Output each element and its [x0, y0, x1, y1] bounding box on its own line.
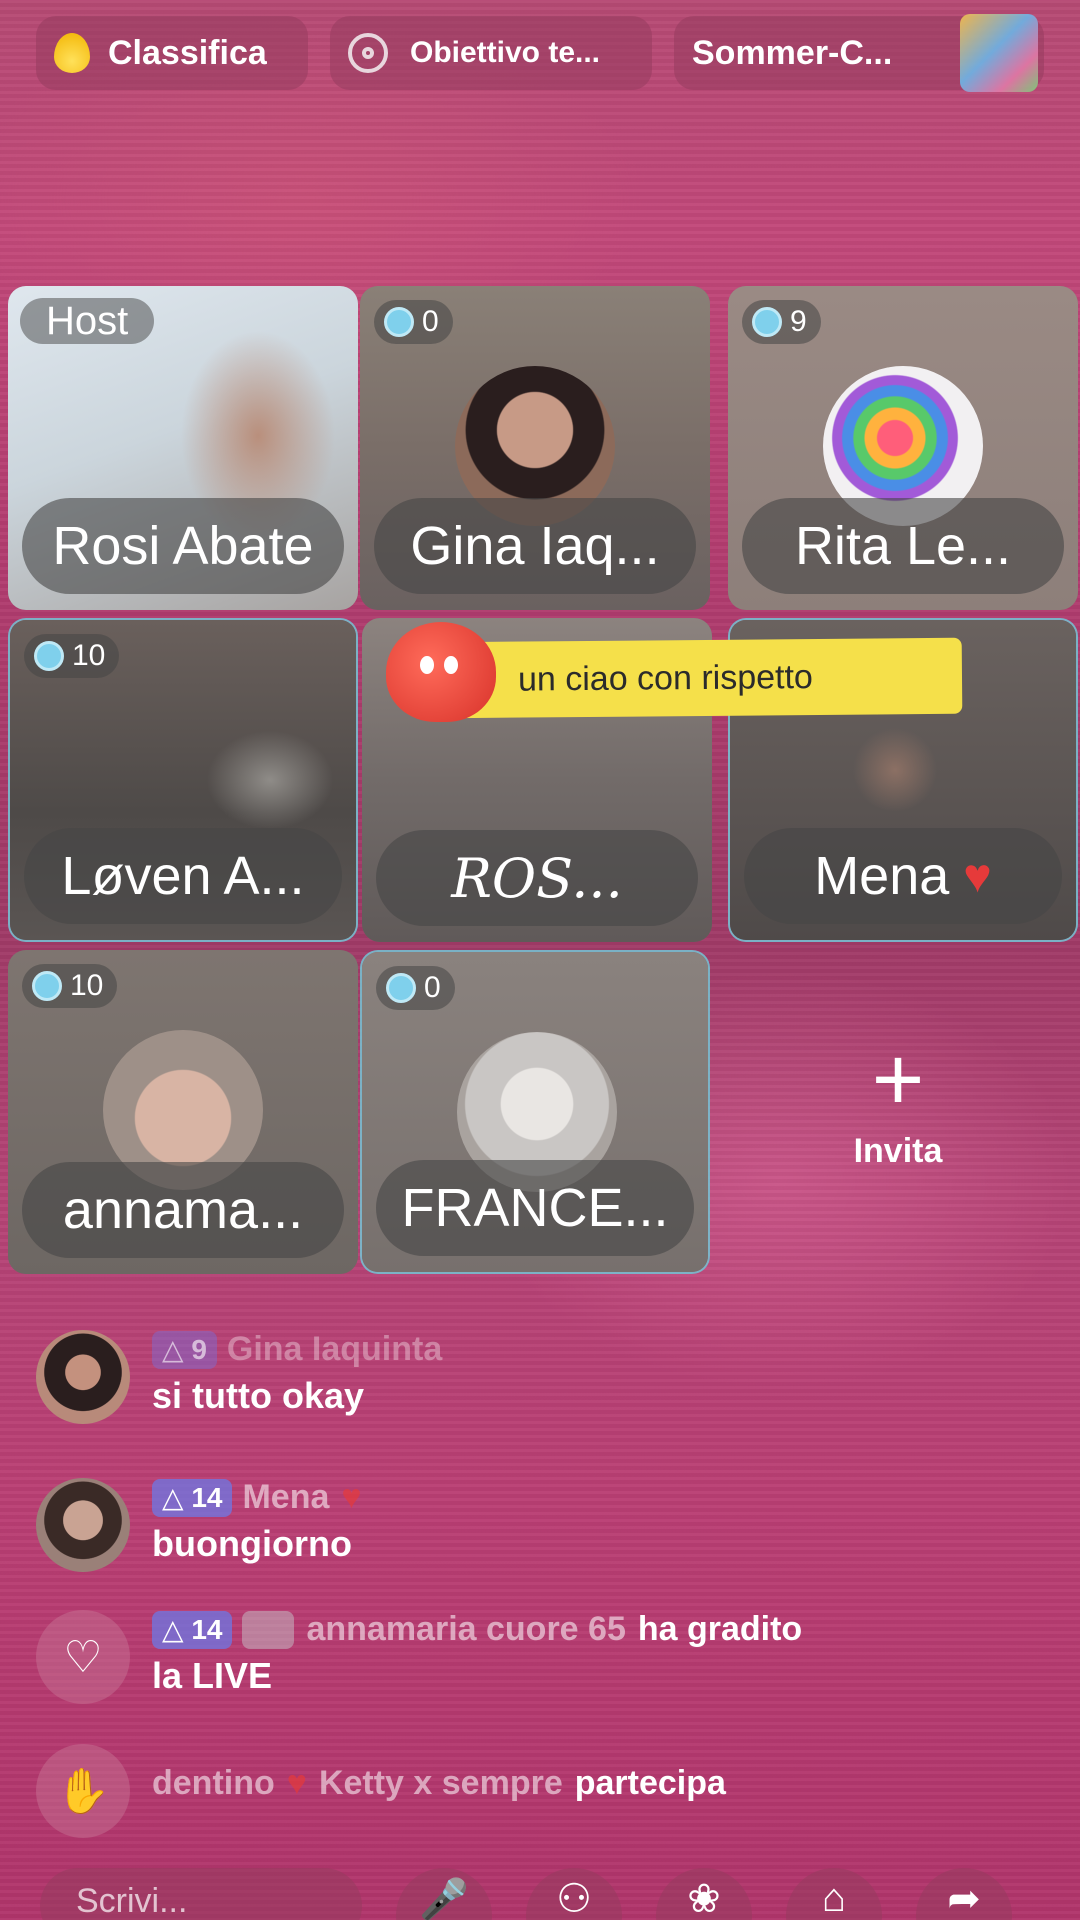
guests-icon[interactable]: ⚇ [526, 1868, 622, 1920]
banner-text: un ciao con rispetto [517, 657, 814, 699]
invite-button[interactable]: + Invita [728, 1030, 1068, 1171]
microphone-icon[interactable]: 🎤 [396, 1868, 492, 1920]
chat-message: △ 9 Gina Iaquinta si tutto okay [36, 1330, 442, 1424]
gift-icon[interactable]: ⌂ [786, 1868, 882, 1920]
score-value: 10 [70, 969, 104, 1002]
score-badge: 0 [376, 966, 455, 1010]
guest-tile[interactable]: 10 annama... [8, 950, 358, 1274]
message-text: la LIVE [152, 1655, 273, 1696]
invite-label: Invita [853, 1132, 943, 1170]
level-badge: △ 9 [152, 1330, 217, 1369]
score-badge: 10 [22, 964, 118, 1008]
guest-name: FRANCE... [376, 1160, 694, 1256]
guest-name: Rosi Abate [22, 498, 344, 594]
score-value: 10 [72, 639, 106, 672]
username[interactable]: dentino [152, 1764, 275, 1803]
guest-name: Rita Le... [742, 498, 1064, 594]
flame-icon [54, 33, 90, 73]
coin-icon [752, 307, 782, 337]
avatar[interactable] [36, 1330, 130, 1424]
comment-input[interactable]: Scrivi... [40, 1868, 362, 1920]
level-badge: △ 14 [152, 1610, 233, 1649]
heart-icon: ♥ [963, 849, 992, 903]
chat-message: △ 14 Mena ♥ buongiorno [36, 1478, 362, 1572]
score-badge: 0 [374, 300, 453, 344]
waving-hand-icon: ✋ [36, 1744, 130, 1838]
score-value: 0 [422, 305, 439, 338]
target-icon [348, 33, 388, 73]
fan-club-badge-icon [242, 1610, 295, 1649]
comment-banner: un ciao con rispetto [439, 637, 963, 719]
guest-name: ROS... [376, 830, 698, 926]
heart-outline-icon: ♡ [36, 1610, 130, 1704]
score-badge: 9 [742, 300, 821, 344]
action-text: partecipa [574, 1764, 726, 1802]
guest-tile[interactable]: 10 Løven A... [8, 618, 358, 942]
share-icon[interactable]: ➦ [916, 1868, 1012, 1920]
guest-tile[interactable]: 0 Gina Iaq... [360, 286, 710, 610]
rose-icon[interactable]: ❀ [656, 1868, 752, 1920]
heart-icon: ♥ [341, 1478, 362, 1516]
username[interactable]: annamaria cuore 65 [306, 1610, 625, 1649]
guest-name: Mena ♥ [744, 828, 1062, 924]
heart-icon: ♥ [286, 1764, 307, 1802]
guest-tile-host[interactable]: Host Rosi Abate [8, 286, 358, 610]
guest-tile[interactable]: 9 Rita Le... [728, 286, 1078, 610]
score-value: 0 [424, 971, 441, 1004]
event-artwork-icon [960, 14, 1038, 92]
coin-icon [32, 971, 62, 1001]
guest-tile[interactable]: 0 FRANCE... [360, 950, 710, 1274]
guest-name: annama... [22, 1162, 344, 1258]
score-badge: 10 [24, 634, 120, 678]
guest-name: Gina Iaq... [374, 498, 696, 594]
guest-name: Løven A... [24, 828, 342, 924]
event-button[interactable]: Sommer-C... [674, 14, 1044, 92]
goal-label: Obiettivo te... [410, 36, 601, 69]
message-text: buongiorno [152, 1523, 352, 1564]
goal-button[interactable]: Obiettivo te... [330, 16, 652, 90]
coin-icon [384, 307, 414, 337]
action-text: ha gradito [637, 1610, 803, 1648]
username[interactable]: Mena [242, 1478, 329, 1517]
chat-message: ✋ dentino ♥ Ketty x sempre partecipa [36, 1744, 726, 1838]
avatar[interactable] [36, 1478, 130, 1572]
mascot-icon [386, 622, 496, 722]
ranking-label: Classifica [108, 33, 267, 72]
host-tag: Host [20, 298, 155, 344]
guest-name-text: Mena [814, 846, 950, 906]
chat-message: ♡ △ 14 annamaria cuore 65 ha gradito la … [36, 1610, 802, 1704]
coin-icon [34, 641, 64, 671]
message-text: si tutto okay [152, 1375, 365, 1416]
username[interactable]: Gina Iaquinta [227, 1330, 442, 1369]
score-value: 9 [790, 305, 807, 338]
plus-icon: + [871, 1030, 925, 1130]
level-badge: △ 14 [152, 1478, 233, 1517]
username[interactable]: Ketty x sempre [319, 1764, 563, 1803]
top-bar: Classifica Obiettivo te... Sommer-C... [36, 14, 1044, 92]
ranking-button[interactable]: Classifica [36, 16, 308, 90]
bottom-bar: Scrivi... 🎤 ⚇ ❀ ⌂ ➦ [40, 1868, 1060, 1920]
event-label: Sommer-C... [692, 33, 893, 72]
coin-icon [386, 973, 416, 1003]
